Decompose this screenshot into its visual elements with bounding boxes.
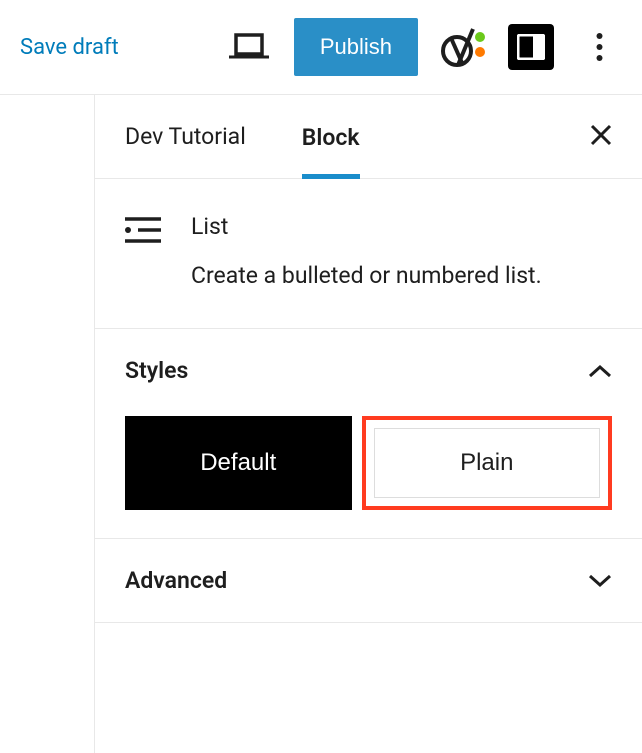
- save-draft-button[interactable]: Save draft: [20, 35, 119, 60]
- block-title: List: [191, 213, 542, 240]
- settings-panel-toggle[interactable]: [508, 24, 554, 70]
- highlight-annotation: Plain: [362, 416, 613, 510]
- styles-section: Styles Default Plain: [95, 329, 642, 539]
- publish-button[interactable]: Publish: [294, 18, 418, 76]
- settings-sidebar: Dev Tutorial Block List Create a bullete…: [94, 95, 642, 753]
- preview-desktop-icon[interactable]: [226, 24, 272, 70]
- top-toolbar: Save draft Publish: [0, 0, 642, 95]
- panel-icon: [517, 34, 545, 60]
- laptop-icon: [229, 32, 269, 62]
- styles-section-title: Styles: [125, 357, 188, 384]
- tab-dev-tutorial[interactable]: Dev Tutorial: [125, 95, 246, 178]
- sidebar-tabs: Dev Tutorial Block: [95, 95, 642, 179]
- style-option-default[interactable]: Default: [125, 416, 352, 510]
- block-info-panel: List Create a bulleted or numbered list.: [95, 179, 642, 329]
- advanced-section: Advanced: [95, 539, 642, 623]
- advanced-section-toggle[interactable]: Advanced: [125, 567, 612, 594]
- close-icon: [590, 124, 612, 146]
- close-sidebar-button[interactable]: [590, 124, 612, 150]
- more-options-button[interactable]: [576, 24, 622, 70]
- style-option-plain[interactable]: Plain: [374, 428, 601, 498]
- list-block-icon: [125, 215, 161, 292]
- yoast-seo-icon[interactable]: [440, 24, 486, 70]
- chevron-up-icon: [588, 364, 612, 378]
- block-text: List Create a bulleted or numbered list.: [191, 213, 542, 292]
- style-options: Default Plain: [125, 416, 612, 510]
- advanced-section-title: Advanced: [125, 567, 227, 594]
- tab-block[interactable]: Block: [302, 96, 360, 179]
- block-description: Create a bulleted or numbered list.: [191, 260, 542, 292]
- yoast-icon: [441, 27, 485, 67]
- chevron-down-icon: [588, 574, 612, 588]
- kebab-menu-icon: [596, 32, 603, 62]
- styles-section-toggle[interactable]: Styles: [125, 357, 612, 384]
